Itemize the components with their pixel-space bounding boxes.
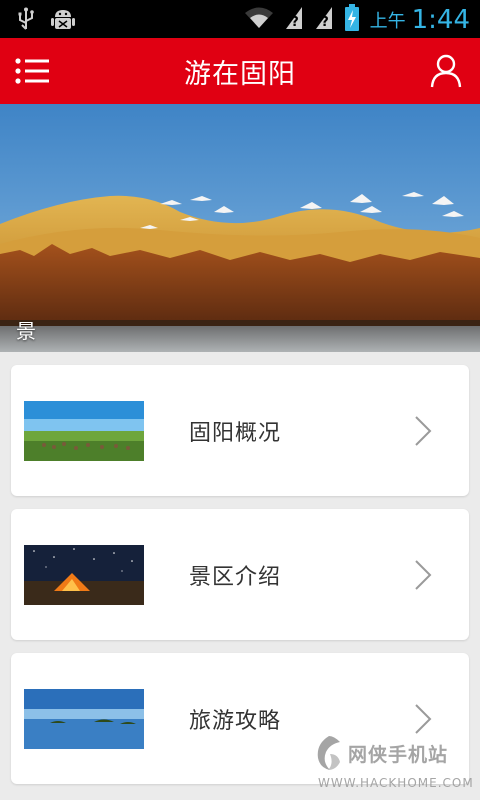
watermark-logo-icon (317, 736, 340, 770)
status-time: 1:44 (411, 5, 470, 35)
status-bar: ? ? 上午 1:44 (0, 0, 480, 38)
menu-card-scenic-spots[interactable]: 景区介绍 (11, 509, 469, 640)
hero-banner[interactable]: 景 (0, 104, 480, 352)
grassland-thumbnail (24, 401, 144, 461)
card-label: 景区介绍 (189, 565, 282, 590)
banner-image (0, 104, 480, 352)
banner-caption: 景 (16, 319, 36, 343)
status-right-icons: ? ? 上午 1:44 (244, 4, 470, 36)
card-label: 旅游攻略 (189, 709, 282, 734)
svg-text:?: ? (291, 15, 299, 30)
battery-charging-icon (344, 4, 360, 36)
menu-card-overview[interactable]: 固阳概况 (11, 365, 469, 496)
status-ampm: 上午 (369, 11, 406, 32)
lake-thumbnail (24, 689, 144, 749)
wifi-icon (244, 6, 274, 34)
tent-night-thumbnail (24, 545, 144, 605)
user-icon (430, 54, 462, 88)
watermark: 网侠手机站 WWW.HACKHOME.COM (312, 730, 480, 800)
card-label: 固阳概况 (189, 421, 282, 446)
app-screen: ? ? 上午 1:44 游在固阳 景 固阳概况 景区介绍 旅游攻略 网侠手机站 … (0, 0, 480, 800)
page-title: 游在固阳 (184, 59, 296, 90)
no-signal-icon: ? (284, 5, 304, 35)
android-debug-icon (50, 6, 76, 36)
chevron-right-icon (415, 560, 432, 590)
watermark-text: 网侠手机站 (348, 744, 449, 766)
usb-icon (16, 7, 36, 35)
user-button[interactable] (430, 54, 462, 88)
app-bar: 游在固阳 (0, 38, 480, 104)
no-signal-icon: ? (314, 5, 334, 35)
chevron-right-icon (415, 416, 432, 446)
svg-text:?: ? (321, 15, 329, 30)
status-left-icons (16, 6, 76, 36)
watermark-url: WWW.HACKHOME.COM (318, 776, 474, 790)
